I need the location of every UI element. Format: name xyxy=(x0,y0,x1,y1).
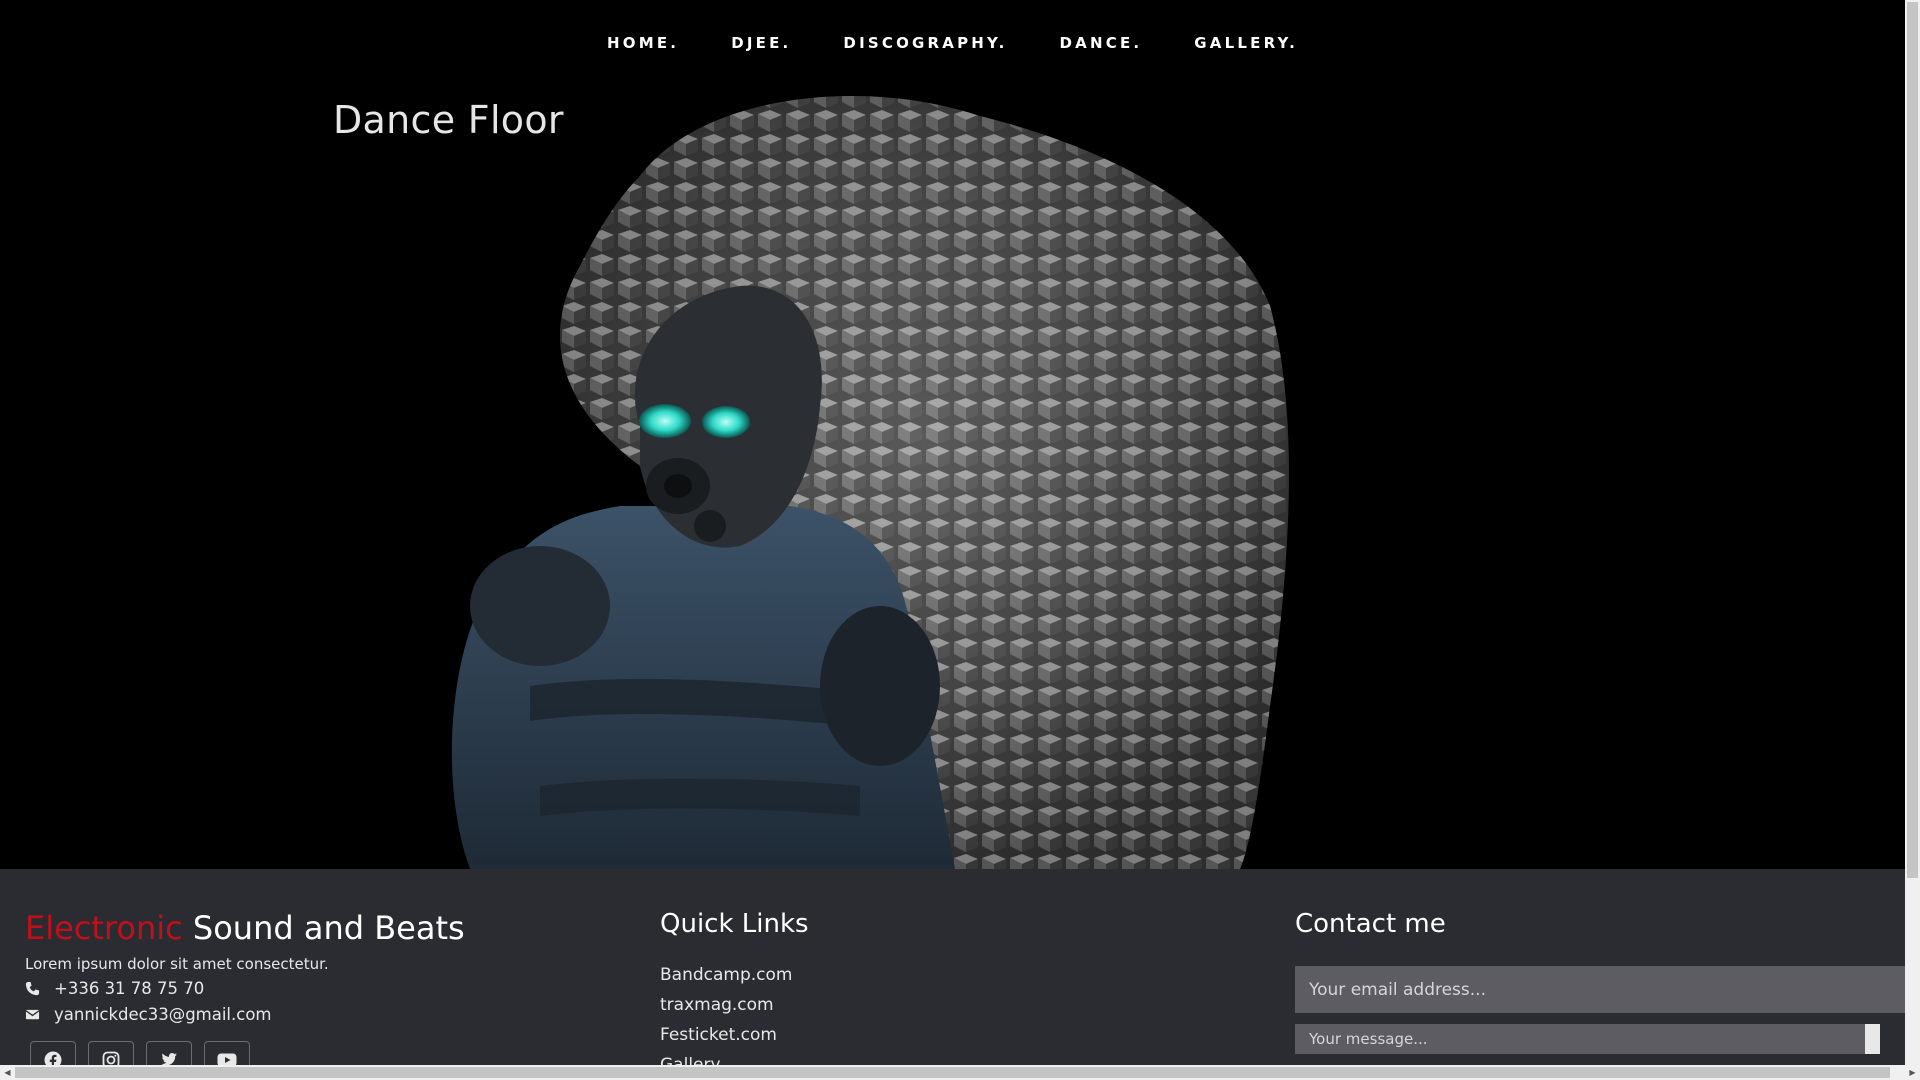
nav-gallery[interactable]: GALLERY. xyxy=(1186,34,1306,52)
link-festicket[interactable]: Festicket.com xyxy=(660,1025,777,1045)
facebook-icon xyxy=(44,1051,62,1065)
email-line: yannickdec33@gmail.com xyxy=(25,1005,272,1024)
hero-title: Dance Floor xyxy=(333,98,564,142)
instagram-button[interactable] xyxy=(88,1041,134,1065)
list-item: Festicket.com xyxy=(660,1024,792,1054)
brand-title-rest: Sound and Beats xyxy=(182,909,465,947)
list-item: Gallery xyxy=(660,1054,792,1065)
link-bandcamp[interactable]: Bandcamp.com xyxy=(660,965,792,985)
phone-number: +336 31 78 75 70 xyxy=(54,979,205,998)
email-field[interactable] xyxy=(1295,966,1905,1013)
phone-line: +336 31 78 75 70 xyxy=(25,979,204,998)
link-traxmag[interactable]: traxmag.com xyxy=(660,995,774,1015)
nav-dance[interactable]: DANCE. xyxy=(1052,34,1151,52)
footer: Electronic Sound and Beats Lorem ipsum d… xyxy=(0,869,1905,1065)
social-links xyxy=(30,1041,250,1065)
horizontal-scrollbar-thumb[interactable] xyxy=(15,1067,1890,1078)
scroll-right-arrow-icon[interactable]: ▶ xyxy=(1905,1065,1920,1080)
vertical-scrollbar[interactable] xyxy=(1905,0,1920,1065)
brand-accent: Electronic xyxy=(25,909,183,947)
nav-discography[interactable]: DISCOGRAPHY. xyxy=(835,34,1015,52)
youtube-button[interactable] xyxy=(204,1041,250,1065)
message-scrollbar[interactable] xyxy=(1865,1024,1880,1054)
message-field[interactable] xyxy=(1295,1024,1877,1054)
list-item: Bandcamp.com xyxy=(660,964,792,994)
quick-links-list: Bandcamp.com traxmag.com Festicket.com G… xyxy=(660,964,792,1065)
link-gallery[interactable]: Gallery xyxy=(660,1055,721,1065)
brand-description: Lorem ipsum dolor sit amet consectetur. xyxy=(25,955,329,973)
instagram-icon xyxy=(102,1051,120,1065)
contact-title: Contact me xyxy=(1295,909,1446,939)
hero-section: Dance Floor xyxy=(0,86,1905,869)
email-address: yannickdec33@gmail.com xyxy=(54,1005,272,1024)
envelope-icon xyxy=(25,1009,40,1020)
twitter-button[interactable] xyxy=(146,1041,192,1065)
page: HOME. DJEE. DISCOGRAPHY. DANCE. GALLERY. xyxy=(0,0,1905,1065)
scroll-left-arrow-icon[interactable]: ◀ xyxy=(0,1065,15,1080)
brand-title: Electronic Sound and Beats xyxy=(25,909,465,947)
hero-image xyxy=(451,96,1289,869)
nav-home[interactable]: HOME. xyxy=(599,34,687,52)
list-item: traxmag.com xyxy=(660,994,792,1024)
youtube-icon xyxy=(217,1053,237,1065)
nav-djee[interactable]: DJEE. xyxy=(723,34,799,52)
horizontal-scrollbar[interactable]: ◀ ▶ xyxy=(0,1065,1920,1080)
phone-icon xyxy=(25,981,40,996)
facebook-button[interactable] xyxy=(30,1041,76,1065)
vertical-scrollbar-thumb[interactable] xyxy=(1907,2,1918,878)
twitter-icon xyxy=(161,1053,177,1065)
main-nav: HOME. DJEE. DISCOGRAPHY. DANCE. GALLERY. xyxy=(0,0,1905,86)
quick-links-title: Quick Links xyxy=(660,909,809,939)
